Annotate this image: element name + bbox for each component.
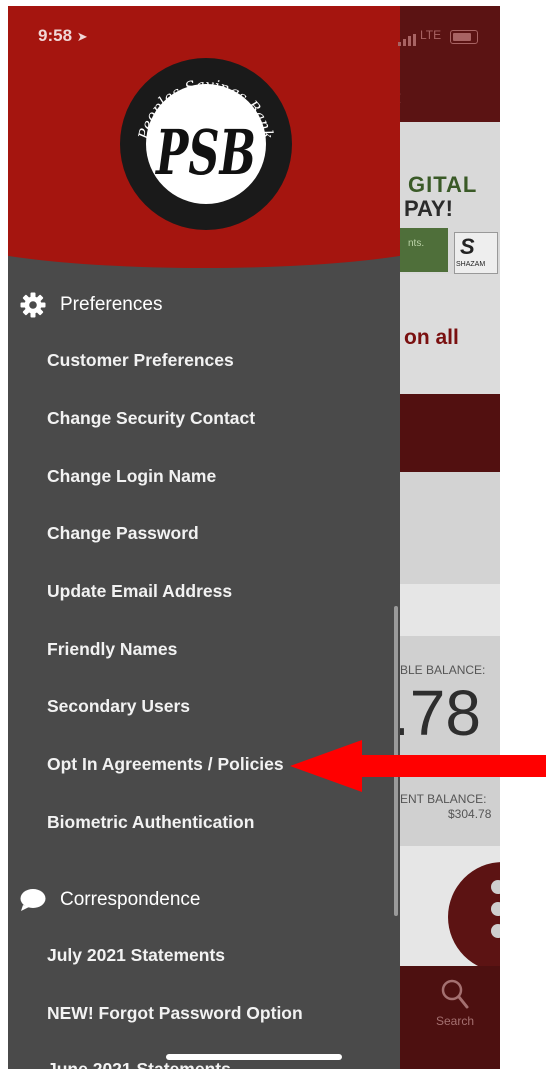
red-arrow-annotation	[290, 738, 547, 799]
current-balance-amount: $304.78	[448, 807, 492, 821]
dot-icon	[491, 902, 500, 916]
promo-text: on all	[404, 326, 459, 349]
dot-icon	[491, 880, 500, 894]
menu-item-secondary-users[interactable]: Secondary Users	[47, 696, 190, 717]
menu-item-change-login-name[interactable]: Change Login Name	[47, 466, 216, 487]
dot-icon	[491, 924, 500, 938]
menu-item-opt-in-agreements-policies[interactable]: Opt In Agreements / Policies	[47, 754, 284, 775]
banner-line-1: GITAL	[408, 172, 478, 197]
more-options-button	[448, 862, 500, 972]
location-arrow-icon: ➤	[76, 29, 88, 44]
background-panel	[400, 472, 500, 584]
available-balance-label: BLE BALANCE:	[400, 663, 486, 677]
search-icon	[440, 978, 470, 1015]
logo-monogram: PSB	[155, 116, 256, 189]
background-red-band	[400, 394, 500, 472]
phone-screen: ‹ GITAL PAY! nts. S SHAZAM on all BLE BA…	[8, 6, 500, 1069]
status-time-text: 9:58	[38, 26, 73, 45]
shazam-label: SHAZAM	[456, 261, 486, 268]
battery-level	[453, 33, 471, 41]
banner-line-2: PAY!	[404, 196, 453, 221]
shazam-logo-icon: S	[460, 234, 475, 259]
network-label: LTE	[420, 28, 442, 42]
menu-item-forgot-password-option[interactable]: NEW! Forgot Password Option	[47, 1003, 303, 1024]
correspondence-section-header: Correspondence	[20, 887, 200, 913]
banner-green-strip	[400, 228, 448, 272]
search-tab-label: Search	[436, 1014, 475, 1028]
menu-item-biometric-authentication[interactable]: Biometric Authentication	[47, 812, 254, 833]
chat-bubble-icon	[20, 887, 46, 913]
menu-item-friendly-names[interactable]: Friendly Names	[47, 639, 177, 660]
section-title: Correspondence	[60, 889, 201, 910]
status-time: 9:58 ➤	[38, 26, 88, 46]
bank-logo: Peoples Savings Bank Established 1912 PS…	[118, 56, 294, 237]
side-drawer: Peoples Savings Bank Established 1912 PS…	[8, 6, 400, 1069]
menu-item-june-2021-statements[interactable]: June 2021 Statements	[47, 1059, 231, 1069]
section-title: Preferences	[60, 294, 163, 315]
menu-item-update-email-address[interactable]: Update Email Address	[47, 581, 232, 602]
menu-item-july-2021-statements[interactable]: July 2021 Statements	[47, 945, 225, 966]
signal-icon	[398, 33, 416, 51]
banner-small-text: nts.	[408, 238, 425, 249]
menu-item-customer-preferences[interactable]: Customer Preferences	[47, 350, 234, 371]
background-header	[400, 6, 500, 122]
menu-item-change-password[interactable]: Change Password	[47, 523, 199, 544]
battery-icon	[450, 30, 478, 44]
home-indicator[interactable]	[166, 1054, 342, 1060]
preferences-section-header: Preferences	[20, 292, 162, 318]
gear-icon	[20, 292, 46, 318]
menu-item-change-security-contact[interactable]: Change Security Contact	[47, 408, 255, 429]
